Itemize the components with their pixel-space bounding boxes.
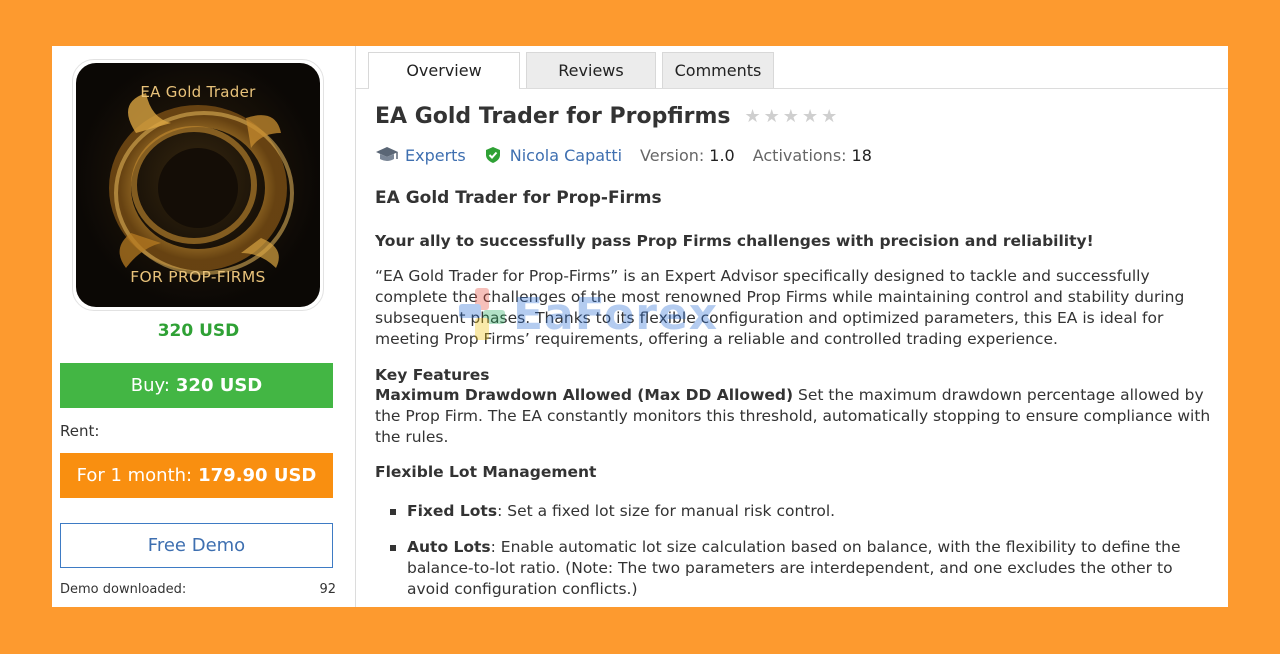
tab-reviews[interactable]: Reviews xyxy=(526,52,656,88)
watermark-logo-icon xyxy=(459,288,505,340)
activations-label: Activations: xyxy=(752,145,847,165)
category-label: Experts xyxy=(405,145,466,165)
version-label: Version: xyxy=(640,145,705,165)
title-row: EA Gold Trader for Propfirms ★ ★ ★ ★ ★ xyxy=(375,104,840,129)
bullet-title: Fixed Lots xyxy=(407,502,498,520)
purchase-sidebar: EA Gold Trader FOR PROP-FIRMS 320 USD Bu… xyxy=(52,46,355,607)
free-demo-button[interactable]: Free Demo xyxy=(60,523,333,568)
rent-button[interactable]: For 1 month: 179.90 USD xyxy=(60,453,333,498)
lot-management-heading: Flexible Lot Management xyxy=(375,463,597,481)
max-dd-title: Maximum Drawdown Allowed (Max DD Allowed… xyxy=(375,386,794,404)
list-item: Fixed Lots: Set a fixed lot size for man… xyxy=(390,501,1217,522)
tab-comments[interactable]: Comments xyxy=(662,52,774,88)
version-value: 1.0 xyxy=(709,145,735,165)
graduation-cap-icon xyxy=(376,147,398,161)
demo-downloaded-count: 92 xyxy=(319,582,336,597)
rent-button-amount: 179.90 USD xyxy=(198,465,317,486)
demo-downloaded-row: Demo downloaded: 92 xyxy=(60,582,336,597)
author-name: Nicola Capatti xyxy=(509,145,623,165)
description-subtitle: EA Gold Trader for Prop-Firms xyxy=(375,188,662,208)
description-lead: Your ally to successfully pass Prop Firm… xyxy=(375,232,1094,250)
rating-stars: ★ ★ ★ ★ ★ xyxy=(744,105,841,127)
verified-shield-icon xyxy=(485,147,500,163)
bullet-title: Auto Lots xyxy=(407,538,491,556)
activations-info: Activations: 18 xyxy=(753,146,872,165)
rent-label: Rent: xyxy=(60,422,100,440)
key-features-heading: Key Features xyxy=(375,366,490,384)
category-link[interactable]: Experts xyxy=(375,145,466,165)
tab-overview[interactable]: Overview xyxy=(368,52,520,88)
star-icon: ★ xyxy=(744,105,761,127)
star-icon: ★ xyxy=(763,105,780,127)
column-divider xyxy=(355,46,356,607)
watermark: EaForex xyxy=(457,286,718,342)
product-image[interactable]: EA Gold Trader FOR PROP-FIRMS xyxy=(72,59,324,311)
watermark-text: EaForex xyxy=(513,288,719,340)
author-link[interactable]: Nicola Capatti xyxy=(484,146,622,165)
buy-button-label: Buy: xyxy=(130,375,170,396)
active-tab-gap xyxy=(369,88,519,89)
activations-value: 18 xyxy=(851,145,872,165)
product-title: EA Gold Trader for Propfirms xyxy=(375,104,731,129)
star-icon: ★ xyxy=(801,105,819,127)
rent-button-label: For 1 month: xyxy=(76,465,193,486)
product-price: 320 USD xyxy=(157,321,240,341)
bullet-text: : Set a fixed lot size for manual risk c… xyxy=(497,502,836,520)
product-image-artwork: EA Gold Trader FOR PROP-FIRMS xyxy=(76,63,320,307)
image-title-bottom: FOR PROP-FIRMS xyxy=(130,268,266,286)
list-item: Auto Lots: Enable automatic lot size cal… xyxy=(390,537,1217,600)
version-info: Version: 1.0 xyxy=(640,146,735,165)
product-meta: Experts Nicola Capatti Version: 1.0 Acti… xyxy=(375,145,890,165)
max-dd-feature: Maximum Drawdown Allowed (Max DD Allowed… xyxy=(375,385,1223,448)
demo-downloaded-label: Demo downloaded: xyxy=(60,582,187,597)
product-panel: EA Gold Trader FOR PROP-FIRMS 320 USD Bu… xyxy=(52,46,1228,607)
image-title-top: EA Gold Trader xyxy=(140,83,256,101)
star-icon: ★ xyxy=(821,105,838,127)
buy-button-amount: 320 USD xyxy=(175,375,263,396)
star-icon: ★ xyxy=(782,105,799,127)
bullet-text: : Enable automatic lot size calculation … xyxy=(407,538,1181,598)
buy-button[interactable]: Buy: 320 USD xyxy=(60,363,333,408)
